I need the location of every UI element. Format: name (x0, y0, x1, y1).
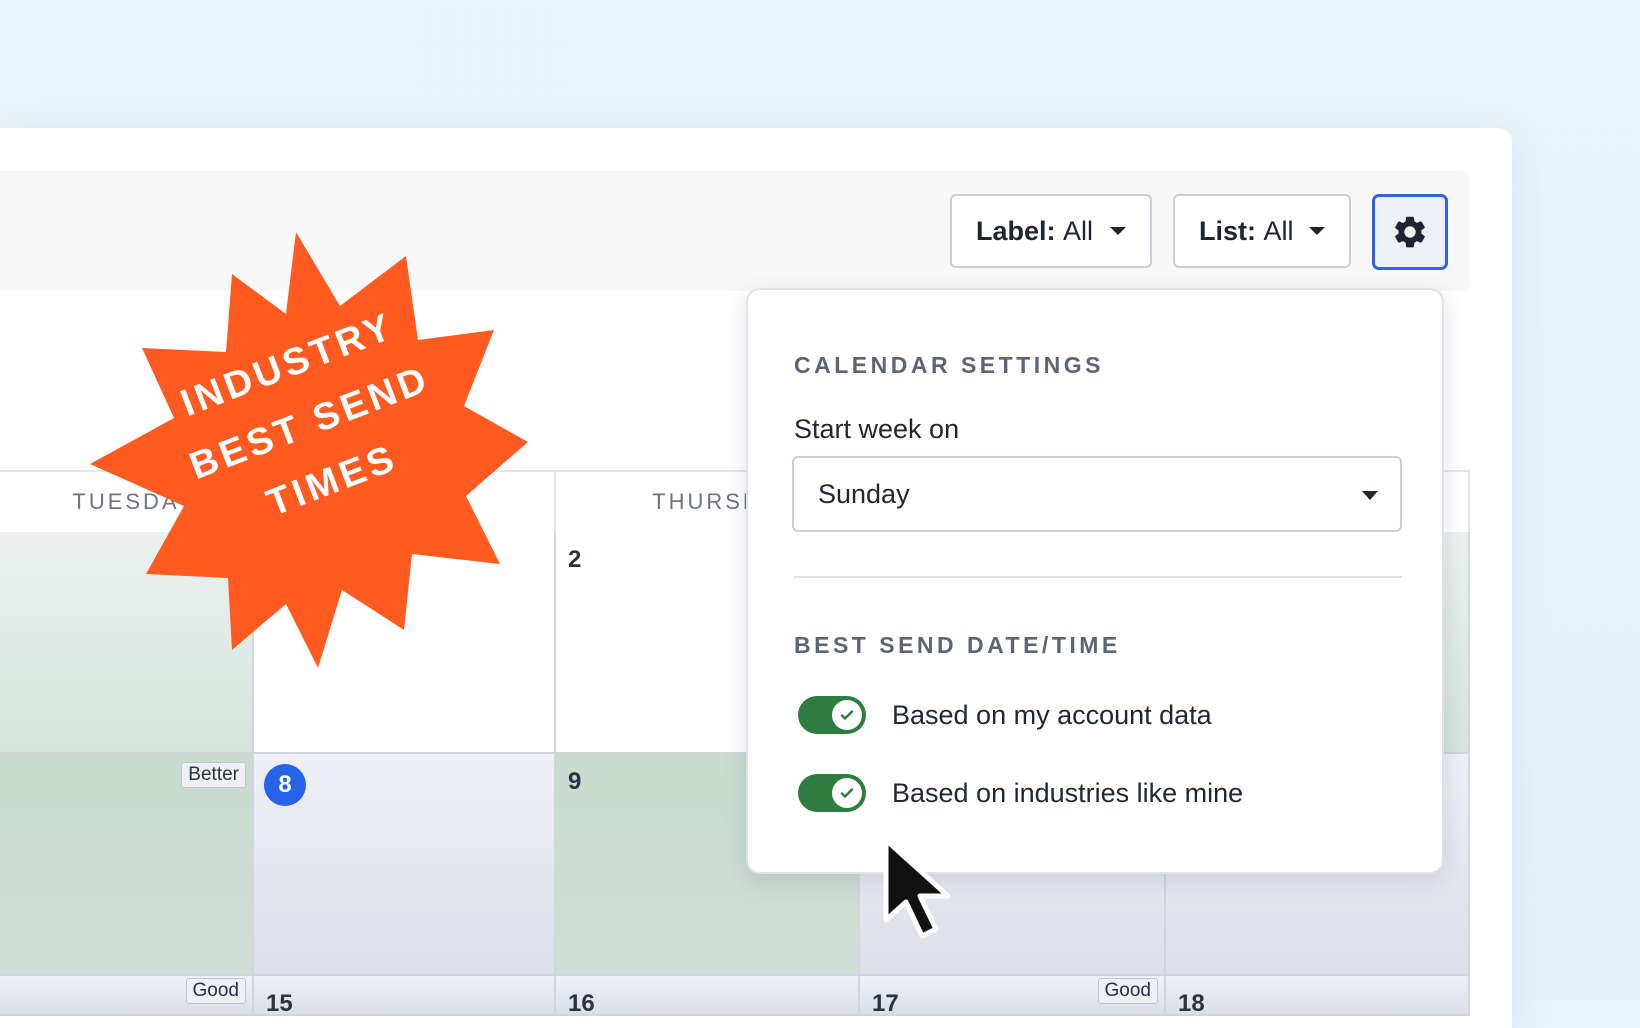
settings-button[interactable] (1372, 194, 1448, 270)
list-filter-button[interactable]: List: All (1173, 194, 1351, 268)
calendar-cell[interactable]: Good (0, 976, 254, 1016)
day-number: 18 (1178, 990, 1205, 1017)
calendar-settings-popover: CALENDAR SETTINGS Start week on Sunday B… (746, 288, 1444, 874)
day-number: 9 (568, 768, 582, 795)
day-number: 16 (568, 990, 595, 1017)
calendar-settings-title: CALENDAR SETTINGS (794, 352, 1104, 378)
calendar-cell[interactable]: 8 (254, 754, 556, 976)
calendar-cell[interactable]: 18 (1166, 976, 1470, 1017)
caret-down-icon (1362, 491, 1378, 500)
best-time-tag: Better (181, 762, 246, 788)
account-data-label: Based on my account data (892, 699, 1212, 730)
best-time-tag: Good (185, 978, 246, 1004)
start-week-label: Start week on (794, 414, 960, 444)
label-filter-value: All (1063, 215, 1094, 246)
day-number: 15 (266, 990, 293, 1017)
mouse-pointer-icon (883, 837, 951, 939)
best-send-title: BEST SEND DATE/TIME (794, 632, 1121, 658)
label-filter-key: Label: (976, 215, 1056, 246)
calendar-cell[interactable]: 15 (254, 976, 556, 1017)
day-number: 17 (872, 990, 899, 1017)
day-number: 2 (568, 546, 582, 573)
calendar-cell[interactable]: 17 Good (860, 976, 1166, 1017)
label-filter-button[interactable]: Label: All (950, 194, 1152, 268)
best-time-tag: Good (1097, 978, 1158, 1004)
industry-data-toggle[interactable] (798, 774, 866, 812)
toggle-row-account: Based on my account data (798, 696, 1212, 734)
check-icon (840, 788, 854, 798)
account-data-toggle[interactable] (798, 696, 866, 734)
settings-divider (794, 576, 1402, 578)
toggle-row-industry: Based on industries like mine (798, 774, 1243, 812)
start-week-select[interactable]: Sunday (792, 456, 1402, 532)
chevron-down-icon (1110, 227, 1126, 235)
calendar-cell[interactable]: 16 (556, 976, 860, 1017)
gear-icon (1395, 216, 1425, 248)
start-week-value: Sunday (818, 478, 910, 509)
calendar-cell[interactable]: Better (0, 754, 254, 976)
check-icon (840, 710, 854, 720)
list-filter-value: All (1263, 215, 1294, 246)
today-marker: 8 (264, 764, 306, 806)
list-filter-key: List: (1199, 215, 1256, 246)
toggle-knob (832, 778, 862, 808)
toggle-knob (832, 700, 862, 730)
chevron-down-icon (1309, 227, 1325, 235)
industry-data-label: Based on industries like mine (892, 777, 1244, 808)
